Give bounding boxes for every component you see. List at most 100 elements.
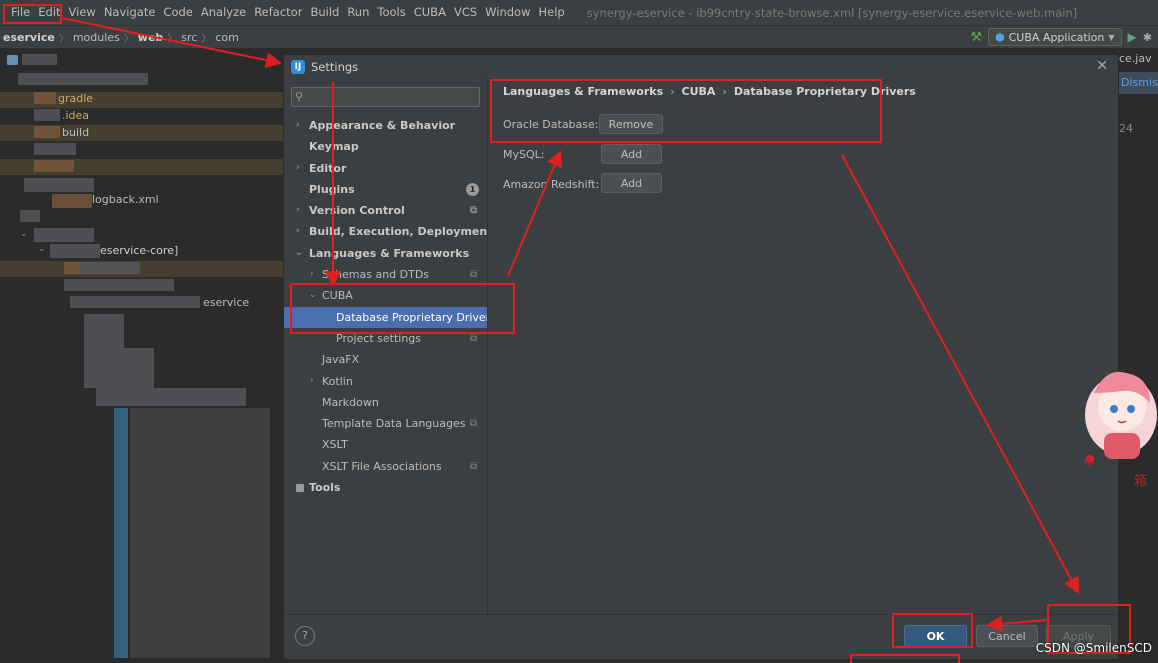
close-icon[interactable]: ✕ — [1096, 58, 1108, 74]
breadcrumb-src[interactable]: src — [178, 31, 200, 44]
nav-database-proprietary-drivers[interactable]: Database Proprietary Drivers — [284, 306, 496, 328]
add-mysql-driver-button[interactable]: Add — [601, 144, 662, 164]
tree-item[interactable]: eservice — [203, 296, 249, 312]
nav-version-control[interactable]: › Version Control ⧉ — [284, 200, 487, 221]
nav-markdown[interactable]: Markdown — [284, 392, 487, 413]
breadcrumb-web[interactable]: web — [135, 31, 167, 44]
breadcrumb-eservice[interactable]: eservice — [0, 31, 58, 44]
nav-languages-frameworks[interactable]: ⌄ Languages & Frameworks — [284, 243, 487, 264]
watermark: CSDN @SmilenSCD — [1035, 641, 1152, 655]
nav-tools[interactable]: Tools — [284, 477, 487, 498]
blurred-region — [34, 109, 60, 121]
help-button[interactable]: ? — [295, 626, 315, 646]
chevron-down-icon[interactable]: ⌄ — [20, 229, 28, 239]
navigation-bar: eservice 〉 modules 〉 web 〉 src 〉 com ⚒ ⬢… — [0, 25, 1158, 48]
dialog-title-bar[interactable]: IJ Settings — [284, 55, 1118, 79]
settings-content-pane: Languages & Frameworks › CUBA › Database Pro… — [487, 79, 1118, 614]
nav-item-label: Languages & Frameworks — [309, 246, 470, 260]
nav-template-data-languages[interactable]: Template Data Languages ⧉ — [284, 413, 487, 434]
menu-tools[interactable]: Tools — [373, 0, 409, 25]
line-number: 24 — [1119, 122, 1133, 135]
breadcrumb-com[interactable]: com — [212, 31, 242, 44]
tree-item[interactable]: .idea — [62, 109, 89, 125]
blurred-region — [84, 314, 124, 348]
add-redshift-driver-button[interactable]: Add — [601, 173, 662, 193]
nav-item-label: Editor — [309, 161, 347, 175]
nav-schemas-dtds[interactable]: › Schemas and DTDs ⧉ — [284, 264, 487, 285]
blurred-region — [22, 54, 57, 65]
chevron-right-icon: › — [296, 120, 300, 130]
tree-item[interactable]: build — [62, 126, 89, 142]
chevron-right-icon: › — [296, 226, 300, 237]
project-scope-icon: ⧉ — [469, 332, 477, 344]
nav-cuba[interactable]: ⌄ CUBA — [284, 285, 487, 306]
intellij-logo-icon: IJ — [291, 60, 305, 74]
build-hammer-icon[interactable]: ⚒ — [970, 30, 982, 45]
menu-window[interactable]: Window — [481, 0, 534, 25]
blurred-region — [20, 210, 40, 222]
menu-analyze[interactable]: Analyze — [197, 0, 250, 25]
debug-icon[interactable]: ✱ — [1143, 31, 1152, 44]
breadcrumb-modules[interactable]: modules — [70, 31, 123, 44]
plugins-update-badge: 1 — [466, 182, 479, 196]
chevron-down-icon[interactable]: ⌄ — [38, 244, 46, 254]
nav-item-label: Plugins — [309, 182, 355, 196]
driver-label: Amazon Redshift: — [503, 177, 600, 191]
menu-refactor[interactable]: Refactor — [250, 0, 306, 25]
nav-project-settings[interactable]: Project settings ⧉ — [284, 328, 487, 349]
menu-code[interactable]: Code — [159, 0, 196, 25]
breadcrumb-item[interactable]: Languages & Frameworks — [503, 85, 663, 98]
project-icon — [7, 55, 18, 65]
nav-kotlin[interactable]: › Kotlin — [284, 371, 487, 392]
driver-row-oracle: Oracle Database: — [503, 113, 598, 135]
menu-help[interactable]: Help — [535, 0, 569, 25]
nav-xslt-file-associations[interactable]: XSLT File Associations ⧉ — [284, 456, 487, 477]
svg-text:中: 中 — [1084, 457, 1095, 470]
editor-tab[interactable]: ce.jav — [1119, 52, 1158, 70]
settings-breadcrumb: Languages & Frameworks › CUBA › Database Pro… — [503, 85, 916, 98]
nav-item-label: XSLT File Associations — [322, 459, 442, 473]
run-configuration-select[interactable]: ⬢ CUBA Application ▼ — [988, 28, 1122, 46]
svg-text:箱: 箱 — [1134, 473, 1147, 489]
menu-edit[interactable]: Edit — [34, 0, 64, 25]
project-scope-icon: ⧉ — [469, 205, 477, 217]
nav-keymap[interactable]: Keymap — [284, 136, 487, 157]
tree-item[interactable]: gradle — [58, 92, 93, 108]
settings-dialog: IJ Settings ✕ ⚲ › Appearance & Behavior … — [283, 54, 1119, 659]
nav-editor[interactable]: › Editor — [284, 158, 487, 179]
tree-item[interactable]: logback.xml — [92, 193, 159, 209]
blurred-region — [114, 408, 128, 658]
nav-item-label: Project settings — [336, 331, 421, 345]
run-toolbar: ⚒ ⬢ CUBA Application ▼ ▶ ✱ — [970, 28, 1158, 46]
blurred-region — [34, 143, 76, 155]
ok-button[interactable]: OK — [904, 625, 967, 647]
breadcrumb-item[interactable]: CUBA — [682, 85, 716, 98]
tree-item-module[interactable]: eservice-core] — [100, 244, 178, 260]
menu-file[interactable]: File — [7, 0, 34, 25]
nav-item-label: Schemas and DTDs — [322, 268, 430, 282]
cancel-button[interactable]: Cancel — [976, 625, 1038, 647]
breadcrumb-separator: 〉 — [201, 33, 212, 45]
remove-oracle-driver-button[interactable]: Remove — [599, 114, 663, 134]
menu-view[interactable]: View — [65, 0, 100, 25]
dismiss-link[interactable]: Dismiss — [1119, 72, 1158, 94]
menu-navigate[interactable]: Navigate — [100, 0, 160, 25]
chevron-right-icon: › — [296, 205, 300, 216]
run-play-icon[interactable]: ▶ — [1128, 30, 1137, 44]
settings-nav-tree: › Appearance & Behavior Keymap › Editor … — [284, 115, 496, 498]
nav-item-label: Kotlin — [322, 374, 353, 388]
blurred-region — [80, 262, 140, 274]
blurred-region — [50, 244, 100, 258]
nav-javafx[interactable]: JavaFX — [284, 349, 487, 370]
menu-cuba[interactable]: CUBA — [410, 0, 450, 25]
menu-vcs[interactable]: VCS — [450, 0, 481, 25]
tree-highlight-row — [0, 261, 283, 277]
nav-build-execution-deployment[interactable]: › Build, Execution, Deployment — [284, 221, 492, 242]
nav-appearance-behavior[interactable]: › Appearance & Behavior — [284, 115, 487, 136]
menu-run[interactable]: Run — [343, 0, 373, 25]
menu-build[interactable]: Build — [306, 0, 343, 25]
nav-item-label: Template Data Languages — [322, 417, 466, 431]
nav-plugins[interactable]: Plugins 1 — [284, 179, 487, 200]
settings-search-input[interactable]: ⚲ — [291, 87, 480, 107]
nav-xslt[interactable]: XSLT — [284, 434, 487, 455]
